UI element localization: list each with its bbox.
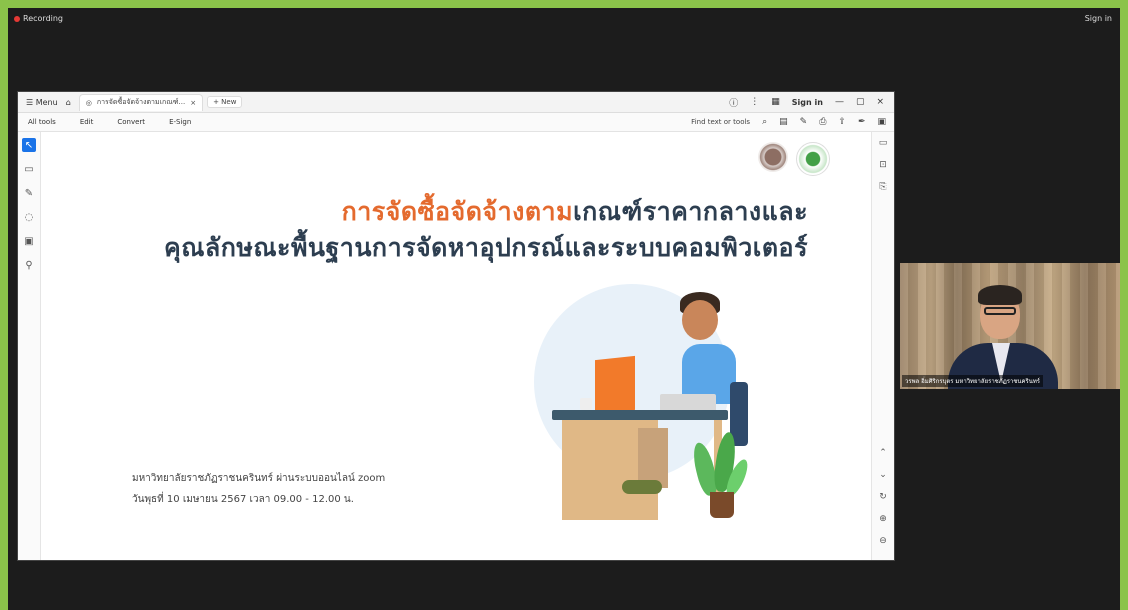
maximize-icon[interactable]: ▢ <box>856 97 865 107</box>
print-icon[interactable]: ⎙ <box>819 117 826 127</box>
university-seal-logo <box>758 142 788 172</box>
person-head-illustration <box>682 300 718 340</box>
participant-glasses <box>984 307 1016 315</box>
comment-icon[interactable]: ✎ <box>800 117 808 127</box>
edit-pen-icon[interactable]: ✒ <box>858 117 866 127</box>
highlight-tool-icon[interactable]: ✎ <box>22 186 36 200</box>
recording-label: Recording <box>23 14 64 23</box>
browser-sign-in[interactable]: Sign in <box>792 98 823 107</box>
monitor-illustration <box>595 355 635 415</box>
text-tool-icon[interactable]: ▣ <box>22 234 36 248</box>
draw-tool-icon[interactable]: ◌ <box>22 210 36 224</box>
sidebar-toggle-icon[interactable]: ▤ <box>779 117 788 127</box>
top-sign-in[interactable]: Sign in <box>1085 14 1112 23</box>
bookmark-icon[interactable]: ⊡ <box>876 158 890 172</box>
toolbar-all-tools[interactable]: All tools <box>28 118 56 126</box>
event-info: มหาวิทยาลัยราชภัฏราชนครินทร์ ผ่านระบบออน… <box>132 468 385 510</box>
zoom-out-icon[interactable]: ⊖ <box>876 534 890 548</box>
comments-panel-icon[interactable]: ▭ <box>876 136 890 150</box>
search-icon[interactable]: ⌕ <box>762 117 767 127</box>
browser-tab[interactable]: ◎ การจัดซื้อจัดจ้างตามเกณฑ์... × <box>78 93 204 111</box>
tab-title: การจัดซื้อจัดจ้างตามเกณฑ์... <box>96 98 186 106</box>
browser-bar: ☰ Menu ⌂ ◎ การจัดซื้อจัดจ้างตามเกณฑ์... … <box>18 92 894 113</box>
hamburger-icon: ☰ <box>26 97 34 107</box>
browser-menu-label: Menu <box>35 97 58 107</box>
more-icon[interactable]: ⋮ <box>750 97 759 107</box>
home-icon[interactable]: ⌂ <box>66 98 71 107</box>
title-orange-text: การจัดซื้อจัดจ้างตาม <box>341 197 574 226</box>
find-field[interactable]: Find text or tools <box>691 118 750 126</box>
pdf-page: การจัดซื้อจัดจ้างตามเกณฑ์ราคากลางและ คุณ… <box>90 132 838 560</box>
participant-name: วรพล อิ่มศิริกรบุตร มหาวิทยาลัยราชภัฏราช… <box>902 375 1044 387</box>
shared-screen: ☰ Menu ⌂ ◎ การจัดซื้อจัดจ้างตามเกณฑ์... … <box>18 92 894 560</box>
slide-title-line2: คุณลักษณะพื้นฐานการจัดหาอุปกรณ์และระบบคอ… <box>163 233 808 262</box>
page-down-icon[interactable]: ⌄ <box>876 468 890 482</box>
select-cursor-icon[interactable]: ↖ <box>22 138 36 152</box>
shoe-illustration <box>622 480 662 494</box>
save-icon[interactable]: ▣ <box>877 117 886 127</box>
stamp-tool-icon[interactable]: ⚲ <box>22 258 36 272</box>
record-icon <box>14 15 20 22</box>
desk-top-illustration <box>552 410 728 420</box>
attachments-icon[interactable]: ⎘ <box>876 180 890 194</box>
event-venue: มหาวิทยาลัยราชภัฏราชนครินทร์ ผ่านระบบออน… <box>132 473 386 484</box>
apps-icon[interactable]: ▦ <box>771 97 780 107</box>
help-icon[interactable]: ⓘ <box>729 96 738 109</box>
share-icon[interactable]: ⇪ <box>838 117 846 127</box>
right-tool-panel: ▭ ⊡ ⎘ ⌃ ⌄ ↻ ⊕ ⊖ <box>871 132 894 560</box>
toolbar-convert[interactable]: Convert <box>117 118 145 126</box>
refresh-icon[interactable]: ↻ <box>876 490 890 504</box>
page-nav: ⌃ ⌄ ↻ ⊕ ⊖ <box>872 442 894 556</box>
participant-video[interactable]: วรพล อิ่มศิริกรบุตร มหาวิทยาลัยราชภัฏราช… <box>900 263 1120 389</box>
meeting-frame: Recording Sign in ☰ Menu ⌂ ◎ การจัดซื้อจ… <box>8 8 1120 610</box>
pdf-toolbar: All tools Edit Convert E-Sign Find text … <box>18 113 894 132</box>
recording-indicator: Recording <box>14 14 63 23</box>
new-tab-button[interactable]: + New <box>207 96 243 108</box>
legs-illustration <box>638 428 668 488</box>
zoom-in-icon[interactable]: ⊕ <box>876 512 890 526</box>
left-tool-panel: ↖ ▭ ✎ ◌ ▣ ⚲ <box>18 132 41 560</box>
tab-page-icon: ◎ <box>85 98 92 107</box>
window-close-icon[interactable]: × <box>876 97 884 107</box>
plant-pot-illustration <box>710 492 734 518</box>
close-icon[interactable]: × <box>190 99 196 107</box>
event-date: วันพุธที่ 10 เมษายน 2567 เวลา 09.00 - 12… <box>132 494 354 505</box>
slide-title-line1: การจัดซื้อจัดจ้างตามเกณฑ์ราคากลางและ <box>342 192 808 232</box>
toolbar-edit[interactable]: Edit <box>80 118 94 126</box>
page-up-icon[interactable]: ⌃ <box>876 446 890 460</box>
toolbar-esign[interactable]: E-Sign <box>169 118 191 126</box>
mug-illustration <box>580 398 592 410</box>
participant-hair <box>978 285 1022 305</box>
comment-tool-icon[interactable]: ▭ <box>22 162 36 176</box>
minimize-icon[interactable]: — <box>835 97 844 107</box>
browser-menu-button[interactable]: ☰ Menu <box>26 98 58 107</box>
title-dark-text: เกณฑ์ราคากลางและ <box>573 197 808 226</box>
organization-logo <box>796 142 830 176</box>
